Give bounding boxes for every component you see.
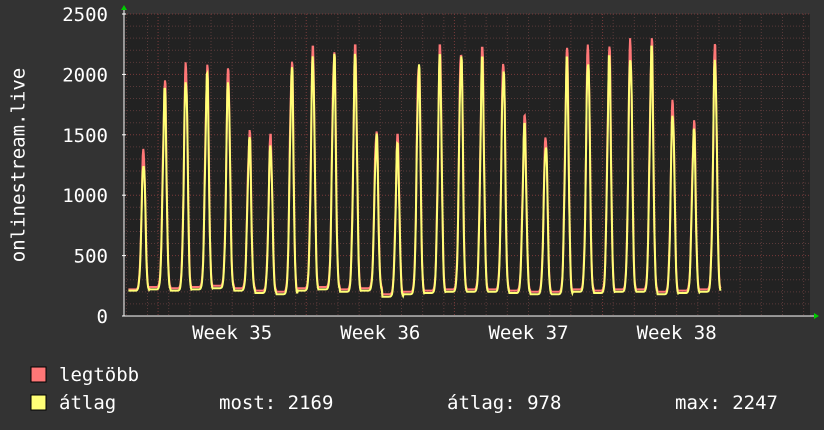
y-tick-label: 2000: [62, 64, 108, 86]
legend: legtöbb átlag most: 2169 átlag: 978 max:…: [30, 364, 778, 414]
x-axis-ticks: Week 35 Week 36 Week 37 Week 38: [192, 322, 717, 344]
y-tick-label: 1000: [62, 185, 108, 207]
y-tick-label: 0: [97, 306, 108, 328]
x-axis-arrow: [814, 313, 819, 319]
x-tick-label: Week 35: [192, 322, 272, 344]
y-tick-label: 2500: [62, 4, 108, 26]
y-axis-label: onlinestream.live: [8, 68, 30, 262]
stat-now: most: 2169: [219, 392, 333, 414]
legend-label-avg: átlag: [59, 392, 116, 414]
y-axis-ticks: 0 500 1000 1500 2000 2500: [62, 4, 126, 328]
x-tick-label: Week 38: [637, 322, 717, 344]
chart: onlinestream.live 0 500 1000 1500 2000 2500 W…: [8, 4, 819, 414]
legend-swatch-avg: [30, 394, 47, 411]
y-tick-label: 1500: [62, 125, 108, 147]
x-tick-label: Week 37: [488, 322, 568, 344]
legend-swatch-max: [30, 366, 47, 383]
x-tick-label: Week 36: [340, 322, 420, 344]
y-axis-arrow: [121, 5, 127, 10]
stat-average: átlag: 978: [447, 392, 561, 414]
y-tick-label: 500: [74, 246, 108, 268]
stat-max: max: 2247: [675, 392, 778, 414]
legend-label-max: legtöbb: [59, 364, 139, 386]
